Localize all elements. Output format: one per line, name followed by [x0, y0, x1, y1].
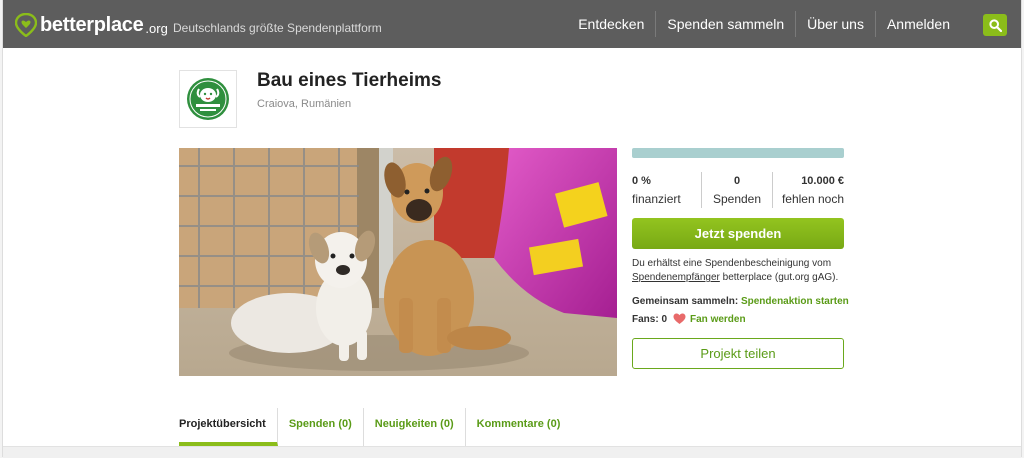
donation-receipt-note: Du erhältst eine Spendenbescheinigung vo… — [632, 257, 848, 285]
nav-item-anmelden[interactable]: Anmelden — [874, 11, 961, 37]
collect-label: Gemeinsam sammeln: — [632, 296, 739, 307]
stat-missing: 10.000 € fehlen noch — [773, 172, 844, 208]
receipt-text: Du erhältst eine Spendenbescheinigung vo… — [632, 258, 832, 269]
donations-label: Spenden — [712, 192, 762, 206]
puppies-photo — [179, 148, 617, 376]
project-tabs: Projektübersicht Spenden (0) Neuigkeiten… — [179, 408, 582, 448]
heart-icon[interactable] — [673, 313, 686, 325]
search-button[interactable] — [983, 14, 1007, 36]
page: betterplace .org Deutschlands größte Spe… — [2, 0, 1022, 458]
financed-label: finanziert — [632, 192, 681, 206]
tab-donations[interactable]: Spenden (0) — [289, 408, 364, 446]
fans-count: Fans: 0 — [632, 313, 668, 325]
logo-suffix: .org — [145, 20, 168, 36]
collect-together: Gemeinsam sammeln: Spendenaktion starten — [632, 296, 849, 307]
tab-news[interactable]: Neuigkeiten (0) — [375, 408, 466, 446]
funding-stats: 0 % finanziert 0 Spenden 10.000 € fehlen… — [632, 172, 844, 208]
nav-item-spenden-sammeln[interactable]: Spenden sammeln — [655, 11, 795, 37]
receipt-recipient: betterplace (gut.org gAG). — [722, 272, 839, 283]
top-navigation-bar: betterplace .org Deutschlands größte Spe… — [3, 0, 1021, 48]
location-heart-icon — [15, 13, 37, 37]
recipient-link[interactable]: Spendenempfänger — [632, 272, 720, 283]
stat-donations: 0 Spenden — [701, 172, 773, 208]
stat-financed: 0 % finanziert — [632, 172, 701, 208]
main-nav: Entdecken Spenden sammeln Über uns Anmel… — [567, 0, 961, 48]
become-fan-link[interactable]: Fan werden — [690, 314, 746, 325]
nav-item-entdecken[interactable]: Entdecken — [567, 11, 655, 37]
donate-button[interactable]: Jetzt spenden — [632, 218, 844, 249]
share-project-button[interactable]: Projekt teilen — [632, 338, 844, 369]
tab-project-overview[interactable]: Projektübersicht — [179, 408, 278, 446]
logo-text: betterplace — [40, 13, 144, 36]
project-location[interactable]: Craiova, Rumänien — [257, 98, 351, 110]
nav-item-ueber-uns[interactable]: Über uns — [795, 11, 875, 37]
fans-row: Fans: 0 Fan werden — [632, 313, 746, 325]
project-photo[interactable] — [179, 148, 617, 376]
funding-progress-bar — [632, 148, 844, 158]
search-icon — [988, 18, 1002, 32]
content-divider — [3, 446, 1021, 458]
betterplace-logo[interactable]: betterplace .org — [15, 12, 168, 38]
start-fundraiser-link[interactable]: Spendenaktion starten — [741, 296, 849, 307]
financed-percent: 0 % — [632, 175, 651, 187]
animal-shelter-logo — [187, 78, 229, 120]
tagline: Deutschlands größte Spendenplattform — [173, 21, 382, 35]
missing-amount: 10.000 € — [801, 175, 845, 187]
tab-comments[interactable]: Kommentare (0) — [477, 408, 572, 446]
project-title: Bau eines Tierheims — [257, 70, 442, 91]
missing-label: fehlen noch — [781, 192, 845, 206]
donations-count: 0 — [733, 175, 741, 187]
project-organisation-logo[interactable] — [179, 70, 237, 128]
